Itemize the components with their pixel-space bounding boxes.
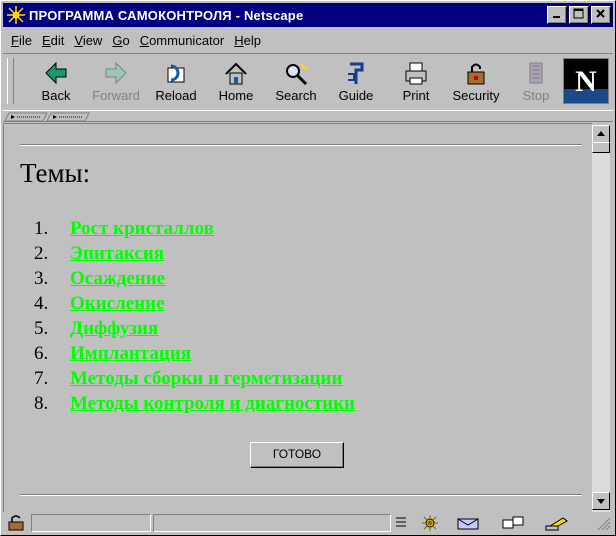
print-button[interactable]: Print <box>387 58 445 106</box>
topic-list-item: 7. Методы сборки и герметизации <box>34 367 355 392</box>
topic-number: 1. <box>34 218 49 239</box>
topic-number: 2. <box>34 243 49 264</box>
security-button[interactable]: Security <box>447 58 505 106</box>
topics-list: 1. Рост кристаллов 2. Эпитаксия 3. Осаждение 4… <box>34 217 355 417</box>
progress-box <box>31 514 151 532</box>
status-text-box <box>153 514 391 532</box>
topic-link[interactable]: Осаждение <box>70 267 165 292</box>
topic-number: 8. <box>34 393 49 414</box>
top-divider <box>20 144 582 146</box>
topic-link[interactable]: Диффузия <box>70 317 158 342</box>
topic-list-item: 8. Методы контроля и диагностики <box>34 392 355 417</box>
topic-number: 7. <box>34 368 49 389</box>
home-icon <box>225 62 247 85</box>
toolbar-label: Home <box>218 88 254 103</box>
toolbar-label: Stop <box>522 88 550 103</box>
toolbar-label: Reload <box>155 88 197 103</box>
status-bar <box>3 513 613 533</box>
topic-number: 3. <box>34 268 49 289</box>
security-lock-icon <box>467 63 485 85</box>
scroll-thumb[interactable] <box>592 142 610 153</box>
page-heading: Темы: <box>20 158 91 188</box>
forward-arrow-icon <box>105 61 127 85</box>
toolbar-label: Security <box>452 88 500 103</box>
topic-link[interactable]: Окисление <box>70 292 165 317</box>
topic-number: 4. <box>34 293 49 314</box>
topic-list-item: 1. Рост кристаллов <box>34 217 355 242</box>
toolbar-label: Forward <box>92 88 140 103</box>
menu-file[interactable]: File <box>11 33 32 48</box>
minimize-icon <box>553 16 560 18</box>
svg-text:N: N <box>575 65 597 98</box>
arrow-down-icon <box>597 499 605 504</box>
topic-link[interactable]: Методы сборки и герметизации <box>70 367 342 392</box>
scroll-down-button[interactable] <box>592 492 610 510</box>
composer-icon[interactable] <box>543 514 573 532</box>
topic-number: 5. <box>34 318 49 339</box>
topic-list-item: 3. Осаждение <box>34 267 355 292</box>
topic-list-item: 6. Имплантация <box>34 342 355 367</box>
vertical-scrollbar[interactable] <box>592 125 610 512</box>
menu-communicator[interactable]: Communicator <box>140 33 225 48</box>
topic-list-item: 2. Эпитаксия <box>34 242 355 267</box>
toolbar-label: Back <box>41 88 71 103</box>
stop-button[interactable]: Stop <box>507 58 565 106</box>
navigation-toolbar: N Back Forward Reload Home Search Guide Print S… <box>3 53 613 111</box>
search-button[interactable]: Search <box>267 58 325 106</box>
topic-link[interactable]: Имплантация <box>70 342 191 367</box>
netscape-app-icon[interactable] <box>7 6 25 24</box>
title-bar[interactable]: ПРОГРАММА САМОКОНТРОЛЯ - Netscape <box>3 3 613 27</box>
navigator-icon[interactable] <box>417 514 443 532</box>
home-button[interactable]: Home <box>207 58 265 106</box>
guide-icon <box>348 62 364 84</box>
scroll-up-button[interactable] <box>592 125 610 143</box>
window-title: ПРОГРАММА САМОКОНТРОЛЯ - Netscape <box>29 7 304 23</box>
reload-button[interactable]: Reload <box>147 58 205 106</box>
menu-help[interactable]: Help <box>234 33 261 48</box>
guide-button[interactable]: Guide <box>327 58 385 106</box>
menu-bar: File Edit View Go Communicator Help <box>3 29 613 51</box>
topic-list-item: 5. Диффузия <box>34 317 355 342</box>
print-icon <box>405 62 427 85</box>
page-content: Темы: 1. Рост кристаллов 2. Эпитаксия 3. Осаж… <box>3 123 592 512</box>
close-button[interactable] <box>591 6 611 24</box>
topic-link[interactable]: Эпитаксия <box>70 242 164 267</box>
search-icon <box>286 63 308 86</box>
arrow-up-icon <box>597 131 605 136</box>
toolbar-tabs <box>3 111 613 122</box>
topic-link[interactable]: Рост кристаллов <box>70 217 214 242</box>
back-button[interactable]: Back <box>27 58 85 106</box>
component-bar-grip-icon[interactable] <box>393 515 409 531</box>
close-icon <box>596 9 605 18</box>
back-arrow-icon <box>45 61 67 85</box>
toolbar-grip[interactable] <box>7 58 14 104</box>
menu-edit[interactable]: Edit <box>42 33 64 48</box>
maximize-icon <box>573 8 584 19</box>
browser-window: ПРОГРАММА САМОКОНТРОЛЯ - Netscape File Ed… <box>0 0 616 536</box>
menu-view[interactable]: View <box>74 33 102 48</box>
stop-icon <box>529 62 543 84</box>
reload-icon <box>167 64 185 83</box>
bottom-divider <box>20 494 582 496</box>
maximize-button[interactable] <box>569 6 589 24</box>
topic-number: 6. <box>34 343 49 364</box>
toolbar-label: Print <box>402 88 430 103</box>
toolbar-label: Search <box>275 88 317 103</box>
mail-icon[interactable] <box>455 514 485 532</box>
netscape-logo[interactable]: N <box>563 58 609 104</box>
topic-list-item: 4. Окисление <box>34 292 355 317</box>
discussion-groups-icon[interactable] <box>499 514 529 532</box>
minimize-button[interactable] <box>547 6 567 24</box>
resize-grip-icon[interactable] <box>597 517 611 531</box>
security-status-icon[interactable] <box>7 515 27 531</box>
done-button[interactable]: ГОТОВО <box>250 442 344 468</box>
collapse-tabs-icon[interactable] <box>3 112 93 122</box>
topic-link[interactable]: Методы контроля и диагностики <box>70 392 355 417</box>
menu-go[interactable]: Go <box>112 33 129 48</box>
toolbar-label: Guide <box>338 88 374 103</box>
forward-button[interactable]: Forward <box>87 58 145 106</box>
